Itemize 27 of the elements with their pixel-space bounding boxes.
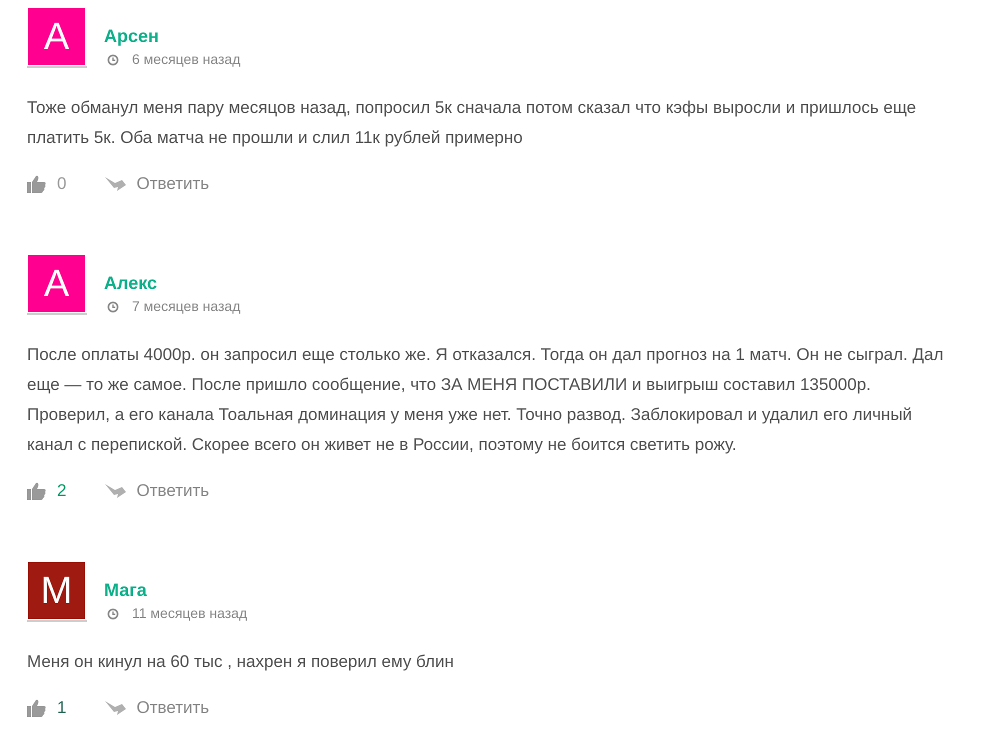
like-count: 1: [57, 697, 66, 720]
clock-icon: [107, 54, 119, 66]
comment-text: Меня он кинул на 60 тыс , нахрен я поверил ему блин: [27, 651, 455, 673]
like-count: 2: [57, 480, 66, 502]
author-name[interactable]: Арсен: [104, 25, 240, 47]
comment-time: 11 месяцев назад: [132, 604, 248, 623]
avatar: A: [28, 255, 85, 312]
author-name[interactable]: Алекс: [104, 272, 240, 294]
avatar: M: [28, 562, 85, 619]
author-name[interactable]: Мага: [104, 579, 248, 601]
clock-icon: [107, 300, 119, 312]
reply-arrow-icon: [104, 483, 126, 499]
like-count: 0: [57, 173, 66, 196]
reply-arrow-icon: [104, 176, 126, 192]
comment-text: Тоже обманул меня пару месяцов назад, попросил 5к сначала потом сказал что кэфы выросли и пришлось еще платить 5к. Оба матча не прошли и слил 11к рублей примерно: [27, 97, 918, 149]
thumbs-up-icon[interactable]: [27, 699, 46, 717]
avatar: A: [28, 8, 85, 65]
reply-button[interactable]: Ответить: [104, 171, 210, 197]
thumbs-up-icon[interactable]: [27, 175, 46, 193]
reply-button[interactable]: Ответить: [104, 478, 210, 504]
comment-time: 6 месяцев назад: [132, 50, 240, 69]
reply-button[interactable]: Ответить: [104, 695, 210, 721]
clock-icon: [107, 608, 119, 620]
reply-arrow-icon: [104, 700, 126, 716]
thumbs-up-icon[interactable]: [27, 482, 46, 500]
comment-time: 7 месяцев назад: [132, 297, 240, 316]
comment-text: После оплаты 4000р. он запросил еще столько же. Я отказался. Тогда он дал прогноз на 1 матч. Он не сыграл. Дал еще — то же самое. После пришло сообщение, что ЗА МЕНЯ ПОСТАВИЛИ и выигрыш составил 135000р. Проверил, а его канала Тоальная доминация у меня уже нет. Точно развод. Заблокировал и удалил его личный канал с перепиской. Скорее всего он живет не в России, поэтому не боится светить рожу.: [27, 344, 944, 456]
